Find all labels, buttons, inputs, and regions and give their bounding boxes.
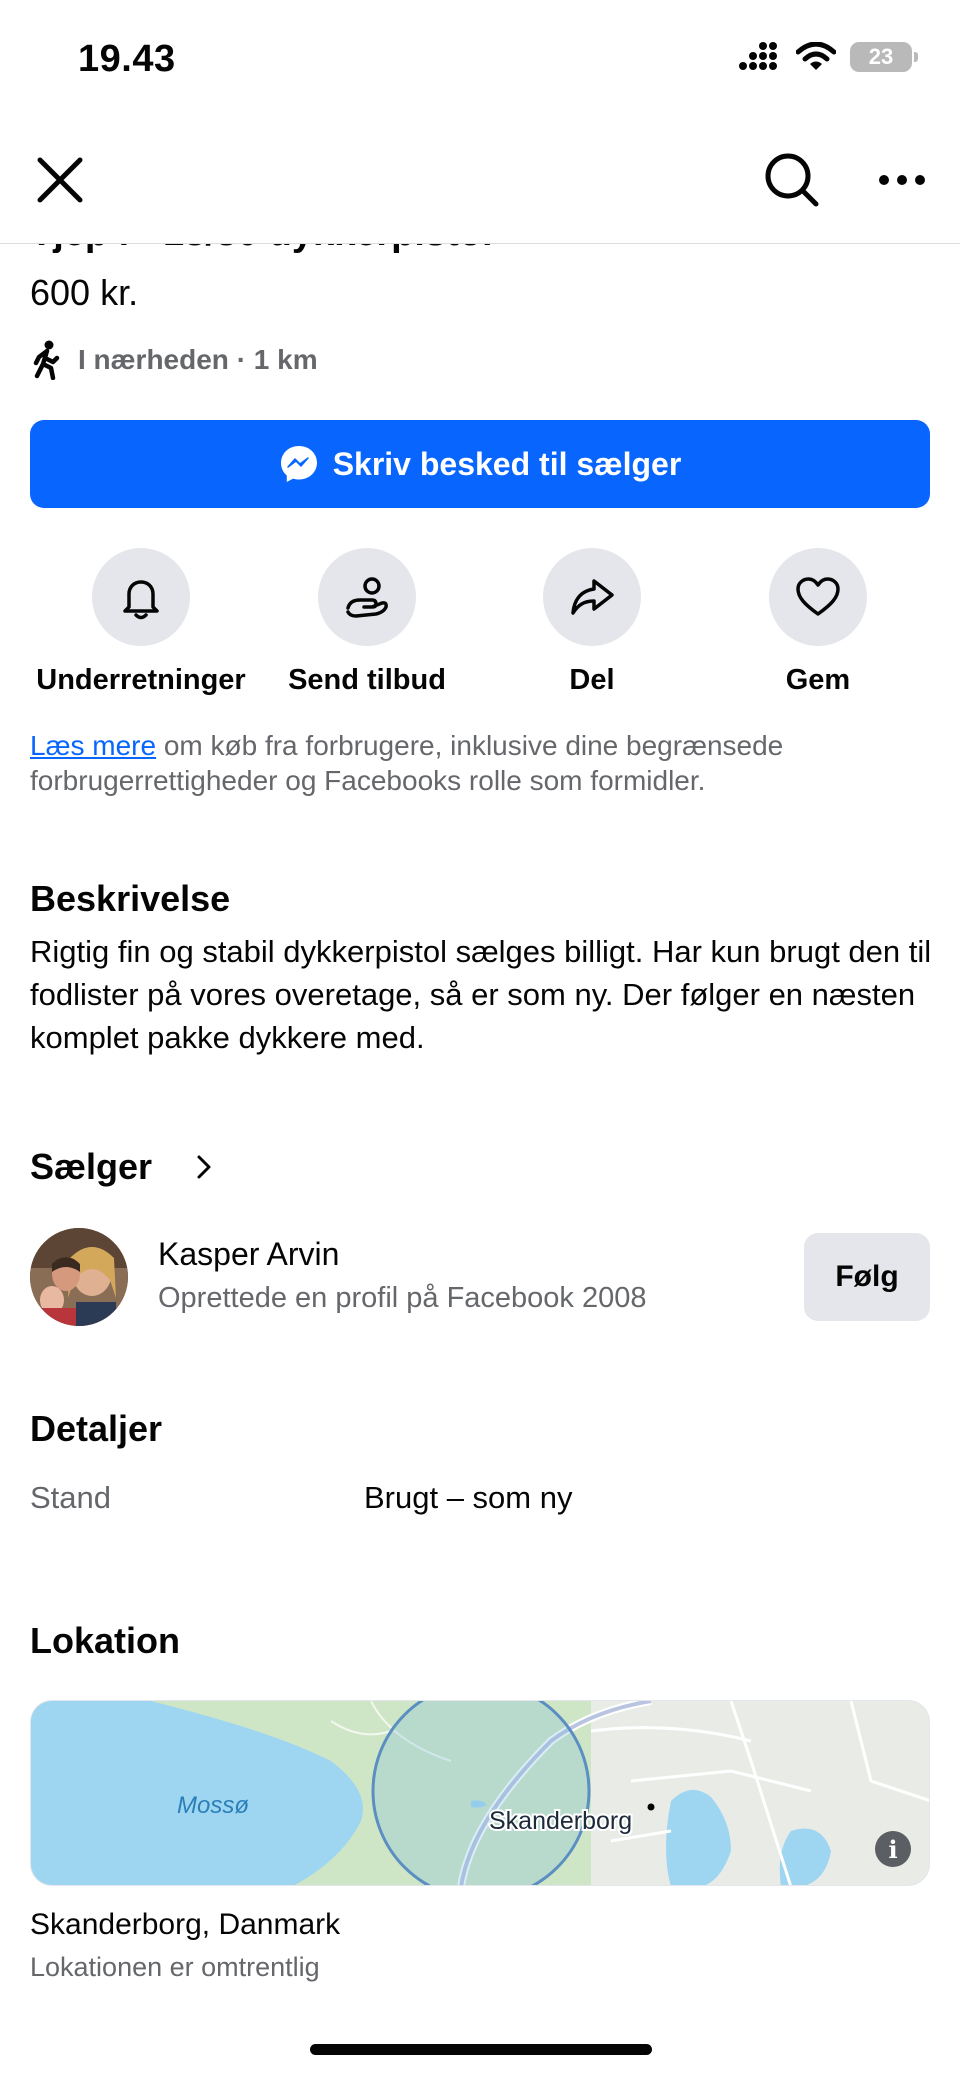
save-button[interactable] — [769, 548, 867, 646]
location-title: Lokation — [30, 1620, 180, 1661]
listing-price: 600 kr. — [30, 272, 139, 313]
avatar-photo — [30, 1228, 128, 1326]
distance-text: I nærheden · 1 km — [78, 344, 318, 375]
seller-title[interactable]: Sælger — [30, 1146, 152, 1188]
messenger-icon — [280, 446, 317, 482]
share-label: Del — [569, 664, 615, 696]
send-offer-action[interactable]: Send tilbud — [247, 548, 487, 697]
send-offer-button[interactable] — [318, 548, 416, 646]
condition-label: Stand — [30, 1480, 112, 1515]
location-map[interactable]: Mossø Skanderborg i — [30, 1700, 930, 1886]
consumer-notice: Læs mere om køb fra forbrugere, inklusiv… — [30, 728, 930, 798]
share-button[interactable] — [543, 548, 641, 646]
action-row: Underretninger Send tilbud Del Gem — [0, 548, 960, 698]
message-seller-button[interactable]: Skriv besked til sælger — [30, 420, 930, 508]
status-icons: 23 — [738, 42, 918, 72]
status-bar: 19.43 23 — [0, 0, 960, 120]
follow-button[interactable]: Følg — [804, 1233, 930, 1321]
cellular-signal-icon — [739, 42, 777, 70]
read-more-link[interactable]: Læs mere — [30, 730, 156, 761]
wifi-icon — [796, 42, 836, 70]
avatar[interactable] — [30, 1228, 128, 1326]
notifications-label: Underretninger — [36, 664, 246, 696]
condition-value: Brugt – som ny — [364, 1480, 573, 1515]
chevron-right-icon[interactable] — [190, 1153, 218, 1181]
distance-row: I nærheden · 1 km — [30, 340, 318, 380]
offer-hand-icon — [346, 577, 388, 618]
bell-icon — [123, 580, 159, 620]
save-label: Gem — [785, 664, 851, 696]
home-indicator[interactable] — [310, 2044, 652, 2055]
map-info-icon[interactable]: i — [875, 1831, 911, 1867]
battery-indicator: 23 — [850, 42, 918, 72]
location-subtitle: Lokationen er omtrentlig — [30, 1952, 320, 1982]
status-time: 19.43 — [78, 38, 176, 80]
message-seller-label: Skriv besked til sælger — [332, 445, 682, 482]
description-title: Beskrivelse — [30, 878, 231, 919]
save-action[interactable]: Gem — [698, 548, 938, 697]
close-icon[interactable] — [34, 154, 86, 206]
map-image: Mossø Skanderborg — [31, 1701, 929, 1885]
details-title: Detaljer — [30, 1408, 163, 1449]
heart-icon — [796, 577, 840, 616]
notifications-action[interactable]: Underretninger — [21, 548, 261, 697]
map-label-city: Skanderborg — [489, 1807, 632, 1835]
seller-name[interactable]: Kasper Arvin — [158, 1236, 339, 1273]
walking-person-icon — [33, 340, 60, 380]
seller-subtitle: Oprettede en profil på Facebook 2008 — [158, 1282, 647, 1314]
send-offer-label: Send tilbud — [288, 664, 446, 696]
map-label-lake: Mossø — [177, 1792, 249, 1819]
description-text: Rigtig fin og stabil dykkerpistol sælges… — [30, 934, 932, 1055]
notifications-button[interactable] — [92, 548, 190, 646]
share-action[interactable]: Del — [472, 548, 712, 697]
nav-bar — [0, 120, 960, 244]
location-name: Skanderborg, Danmark — [30, 1908, 341, 1941]
search-icon[interactable] — [762, 150, 822, 210]
share-icon — [571, 579, 614, 615]
more-options-icon[interactable] — [872, 150, 932, 210]
